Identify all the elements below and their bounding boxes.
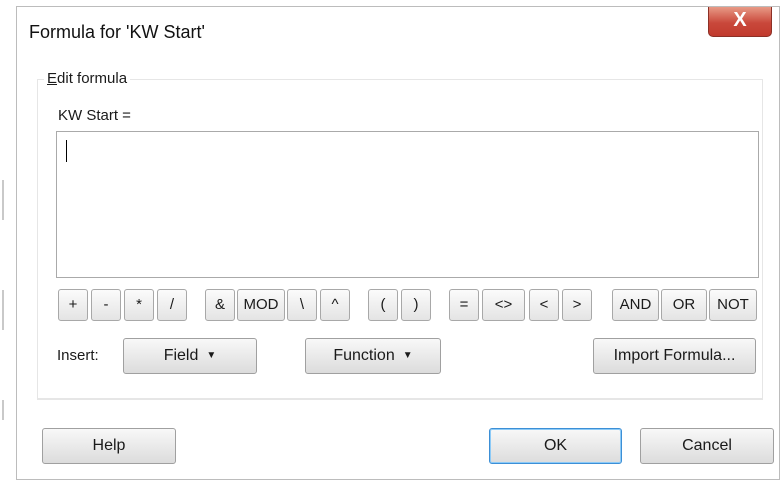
formula-dialog: Formula for 'KW Start' X Edit formula KW… (16, 6, 780, 480)
operator-button-power[interactable]: ^ (320, 289, 350, 321)
chevron-down-icon: ▼ (206, 350, 217, 361)
chevron-down-icon: ▼ (402, 350, 413, 361)
insert-label: Insert: (57, 347, 99, 364)
operator-button-not[interactable]: NOT (709, 289, 757, 321)
import-formula-button[interactable]: Import Formula... (593, 338, 756, 374)
operator-button-or[interactable]: OR (661, 289, 707, 321)
operator-button-multiply[interactable]: * (124, 289, 154, 321)
cancel-button[interactable]: Cancel (640, 428, 774, 464)
dialog-title: Formula for 'KW Start' (29, 22, 205, 42)
background-window-edge (0, 0, 16, 486)
divider (37, 399, 763, 400)
operator-button-plus[interactable]: + (58, 289, 88, 321)
close-icon: X (733, 9, 747, 31)
insert-function-label: Function (333, 347, 395, 364)
operator-button-minus[interactable]: - (91, 289, 121, 321)
operator-button-int-divide[interactable]: \ (287, 289, 317, 321)
insert-field-label: Field (163, 347, 199, 364)
edit-formula-group-label: Edit formula (44, 70, 131, 87)
insert-function-button[interactable]: Function ▼ (305, 338, 441, 374)
operator-button-not-equal[interactable]: <> (482, 289, 525, 321)
ok-button[interactable]: OK (489, 428, 622, 464)
formula-input[interactable] (56, 131, 759, 278)
operator-button-and[interactable]: AND (612, 289, 659, 321)
formula-field-label: KW Start = (58, 107, 131, 124)
operator-button-close-paren[interactable]: ) (401, 289, 431, 321)
close-button[interactable]: X (708, 7, 772, 37)
operator-button-open-paren[interactable]: ( (368, 289, 398, 321)
operator-button-concat[interactable]: & (205, 289, 235, 321)
text-caret (66, 140, 67, 162)
title-bar: Formula for 'KW Start' X (17, 7, 779, 59)
operator-button-divide[interactable]: / (157, 289, 187, 321)
help-button[interactable]: Help (42, 428, 176, 464)
insert-field-button[interactable]: Field ▼ (123, 338, 257, 374)
operator-button-less-than[interactable]: < (529, 289, 559, 321)
operator-button-mod[interactable]: MOD (237, 289, 285, 321)
operator-button-greater-than[interactable]: > (562, 289, 592, 321)
operator-button-equals[interactable]: = (449, 289, 479, 321)
